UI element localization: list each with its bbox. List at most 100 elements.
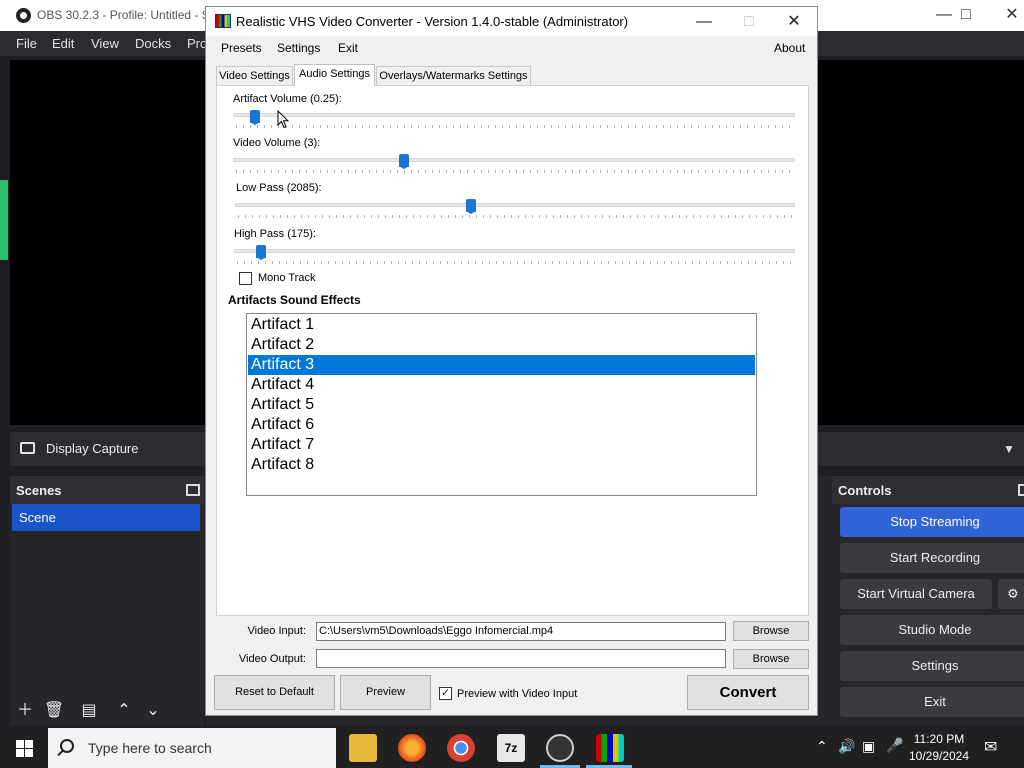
undock-icon[interactable] bbox=[1018, 484, 1024, 496]
menu-exit[interactable]: Exit bbox=[338, 41, 358, 55]
start-recording-button[interactable]: Start Recording bbox=[840, 543, 1024, 573]
video-input-label: Video Input: bbox=[247, 625, 306, 637]
menu-presets[interactable]: Presets bbox=[221, 41, 262, 55]
video-volume-track[interactable] bbox=[233, 158, 795, 162]
file-explorer-icon[interactable] bbox=[349, 734, 377, 762]
tab-video-settings[interactable]: Video Settings bbox=[216, 66, 293, 85]
scene-item-label: Scene bbox=[19, 510, 56, 525]
clock-date[interactable]: 10/29/2024 bbox=[906, 749, 972, 763]
mouse-cursor-icon bbox=[277, 110, 289, 129]
menu-about[interactable]: About bbox=[774, 41, 805, 55]
video-output-label: Video Output: bbox=[238, 653, 306, 665]
obs-logo-icon bbox=[16, 8, 31, 23]
scenes-header: Scenes bbox=[10, 476, 204, 504]
close-icon[interactable]: ✕ bbox=[992, 4, 1024, 26]
menu-docks[interactable]: Docks bbox=[135, 36, 171, 51]
trash-icon[interactable]: 🗑 bbox=[42, 700, 66, 722]
obs-window-title: OBS 30.2.3 - Profile: Untitled - Sc bbox=[37, 8, 207, 22]
list-item[interactable]: Artifact 6 bbox=[248, 415, 755, 435]
filter-icon[interactable]: ▤ bbox=[77, 700, 101, 722]
studio-mode-button[interactable]: Studio Mode bbox=[840, 615, 1024, 645]
artifacts-listbox[interactable]: Artifact 1 Artifact 2 Artifact 3 Artifac… bbox=[246, 313, 757, 496]
scene-toolbar: ＋ 🗑 ▤ ⌃ ⌄ bbox=[10, 696, 204, 726]
slider-ticks bbox=[237, 261, 794, 264]
dialog-menubar: Presets Settings Exit About bbox=[206, 36, 817, 60]
obs-taskbar-icon[interactable] bbox=[546, 734, 574, 762]
artifact-volume-track[interactable] bbox=[233, 113, 795, 117]
chevron-down-icon[interactable]: ▼ bbox=[998, 438, 1020, 460]
video-volume-slider[interactable] bbox=[398, 154, 409, 169]
minimize-icon[interactable]: — bbox=[681, 7, 727, 36]
reset-to-default-button[interactable]: Reset to Default bbox=[214, 675, 335, 710]
close-icon[interactable]: ✕ bbox=[771, 7, 817, 36]
microphone-icon[interactable]: 🎤 bbox=[886, 737, 903, 754]
monitor-icon bbox=[20, 442, 35, 454]
firefox-icon[interactable] bbox=[398, 734, 426, 762]
settings-button[interactable]: Settings bbox=[840, 651, 1024, 681]
stop-streaming-button[interactable]: Stop Streaming bbox=[840, 507, 1024, 537]
app-icon bbox=[215, 14, 231, 28]
video-input-browse-button[interactable]: Browse bbox=[733, 621, 809, 641]
low-pass-track[interactable] bbox=[235, 203, 795, 207]
low-pass-label: Low Pass (2085): bbox=[236, 182, 322, 194]
list-item[interactable]: Artifact 3 bbox=[248, 355, 755, 375]
windows-start-icon[interactable] bbox=[0, 728, 48, 768]
menu-view[interactable]: View bbox=[91, 36, 119, 51]
mono-track-label: Mono Track bbox=[258, 272, 316, 284]
gear-icon[interactable]: ⚙ bbox=[998, 579, 1024, 609]
list-item[interactable]: Artifact 2 bbox=[248, 335, 755, 355]
taskbar: Type here to search 7z ⌃ 🔊 ▣ 🎤 ✉ 11:20 P… bbox=[0, 728, 1024, 768]
chrome-icon[interactable] bbox=[447, 734, 475, 762]
speaker-icon[interactable]: 🔊 bbox=[838, 738, 855, 755]
tab-overlays-watermarks[interactable]: Overlays/Watermarks Settings bbox=[376, 66, 531, 85]
tab-audio-settings[interactable]: Audio Settings bbox=[294, 64, 375, 86]
menu-settings[interactable]: Settings bbox=[277, 41, 320, 55]
video-input-field[interactable]: C:\Users\vm5\Downloads\Eggo Infomercial.… bbox=[316, 622, 726, 641]
list-item[interactable]: Artifact 8 bbox=[248, 455, 755, 475]
controls-dock: Controls Stop Streaming Start Recording … bbox=[832, 476, 1024, 726]
convert-button[interactable]: Convert bbox=[687, 675, 809, 710]
slider-ticks bbox=[238, 215, 794, 218]
high-pass-slider[interactable] bbox=[256, 245, 267, 260]
add-icon[interactable]: ＋ bbox=[13, 700, 37, 722]
notification-icon[interactable]: ✉ bbox=[984, 737, 997, 757]
7zip-icon[interactable]: 7z bbox=[497, 734, 525, 762]
list-item[interactable]: Artifact 5 bbox=[248, 395, 755, 415]
clock-time[interactable]: 11:20 PM bbox=[910, 732, 968, 746]
scene-list-item[interactable]: Scene bbox=[12, 504, 200, 531]
low-pass-slider[interactable] bbox=[466, 199, 476, 214]
network-icon[interactable]: ▣ bbox=[862, 738, 875, 755]
exit-button[interactable]: Exit bbox=[840, 687, 1024, 717]
high-pass-track[interactable] bbox=[234, 249, 795, 253]
list-item[interactable]: Artifact 7 bbox=[248, 435, 755, 455]
taskbar-search-box[interactable]: Type here to search bbox=[48, 728, 336, 768]
maximize-icon[interactable]: □ bbox=[946, 4, 986, 26]
move-down-icon[interactable]: ⌄ bbox=[141, 700, 165, 722]
high-pass-label: High Pass (175): bbox=[234, 228, 316, 240]
start-virtual-camera-button[interactable]: Start Virtual Camera bbox=[840, 579, 992, 609]
undock-icon[interactable] bbox=[186, 484, 200, 496]
preview-button[interactable]: Preview bbox=[340, 675, 431, 710]
list-item[interactable]: Artifact 1 bbox=[248, 315, 755, 335]
menu-edit[interactable]: Edit bbox=[52, 36, 74, 51]
mono-track-checkbox[interactable] bbox=[239, 272, 252, 285]
artifact-volume-slider[interactable] bbox=[249, 110, 260, 125]
preview-with-video-input-label: Preview with Video Input bbox=[457, 688, 578, 700]
move-up-icon[interactable]: ⌃ bbox=[112, 700, 136, 722]
settings-tabs: Video Settings Audio Settings Overlays/W… bbox=[216, 64, 806, 86]
chevron-up-icon[interactable]: ⌃ bbox=[816, 738, 828, 755]
dialog-title: Realistic VHS Video Converter - Version … bbox=[236, 14, 629, 29]
search-icon bbox=[60, 739, 74, 753]
menu-file[interactable]: File bbox=[16, 36, 37, 51]
list-item[interactable]: Artifact 4 bbox=[248, 375, 755, 395]
preview-with-video-input-checkbox[interactable] bbox=[439, 686, 452, 700]
vhs-converter-window: Realistic VHS Video Converter - Version … bbox=[205, 6, 818, 716]
dialog-titlebar: Realistic VHS Video Converter - Version … bbox=[206, 7, 817, 36]
vhs-converter-taskbar-icon[interactable] bbox=[596, 734, 624, 762]
video-output-browse-button[interactable]: Browse bbox=[733, 649, 809, 669]
scenes-dock: Scenes Scene ＋ 🗑 ▤ ⌃ ⌄ bbox=[10, 476, 204, 726]
video-volume-label: Video Volume (3): bbox=[233, 137, 321, 149]
search-placeholder: Type here to search bbox=[88, 740, 212, 756]
video-output-field[interactable] bbox=[316, 649, 726, 668]
controls-title: Controls bbox=[838, 483, 892, 498]
